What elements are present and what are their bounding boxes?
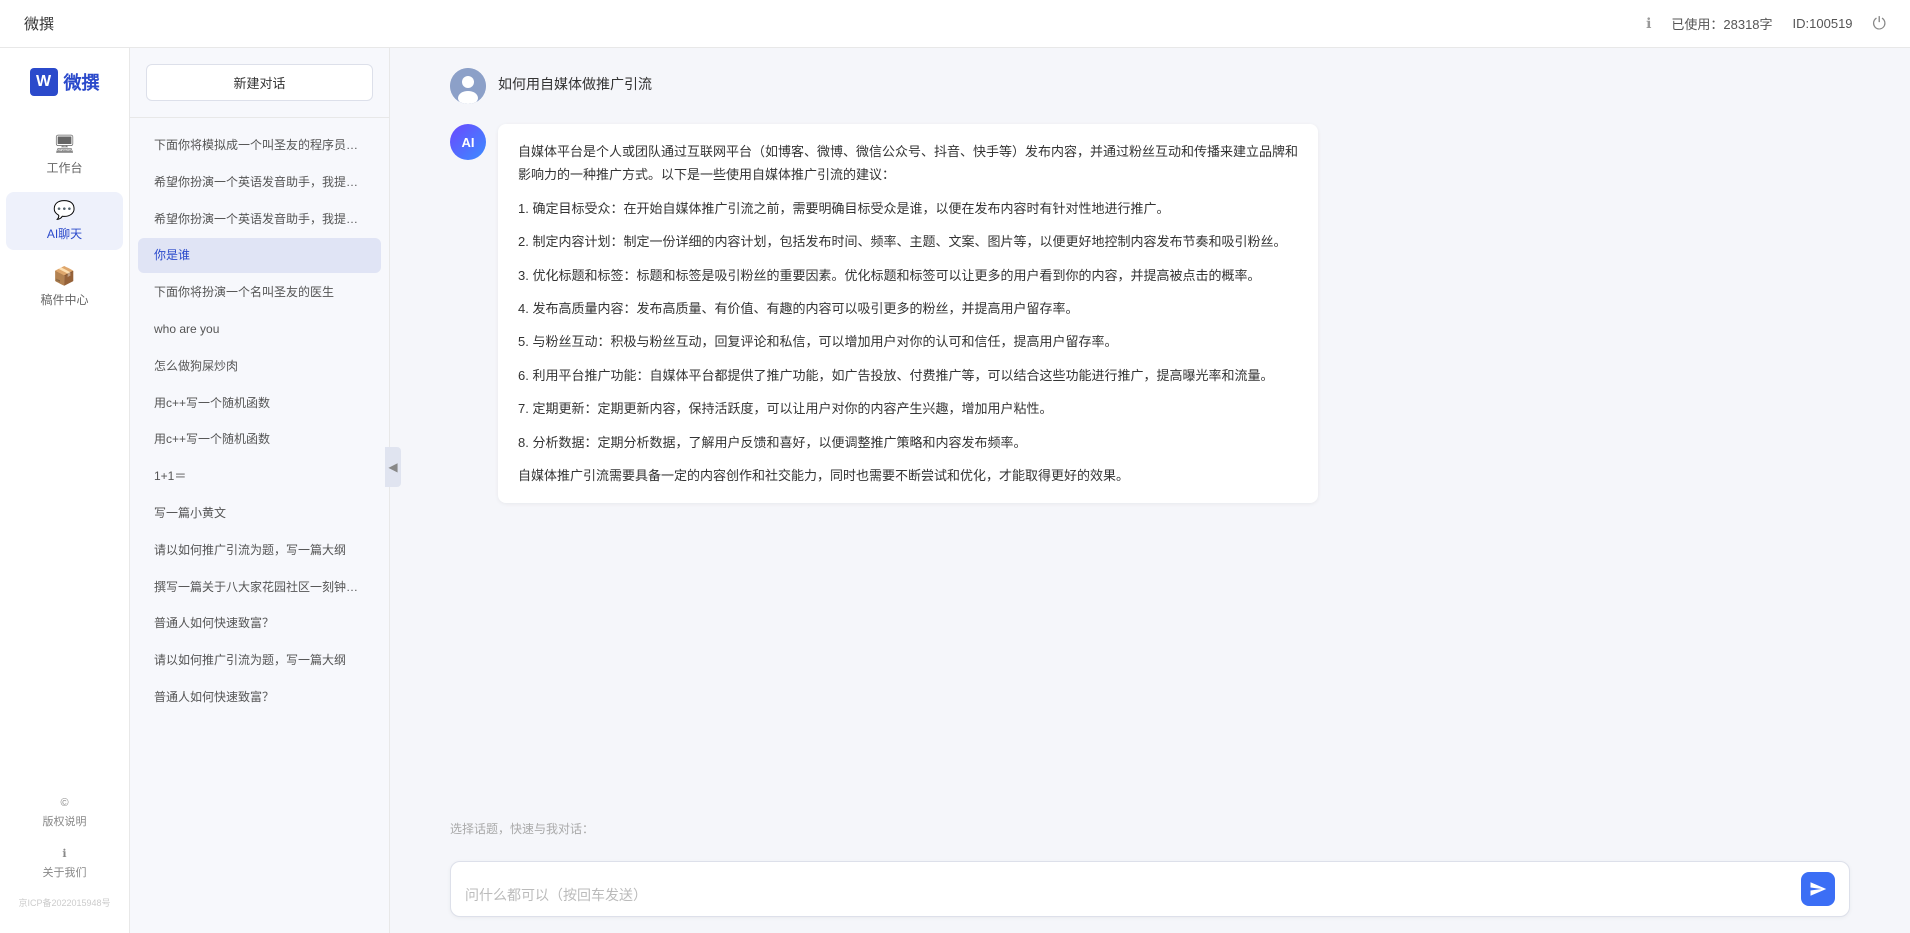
history-item[interactable]: 写一篇小黄文	[138, 496, 381, 531]
ai-point-5: 6. 利用平台推广功能：自媒体平台都提供了推广功能，如广告投放、付费推广等，可以…	[518, 364, 1298, 387]
chat-area: 如何用自媒体做推广引流 AI 自媒体平台是个人或团队通过互联网平台（如博客、微博…	[390, 48, 1910, 933]
topbar: 微撰 ℹ 已使用：28318字 ID:100519 ⏻	[0, 0, 1910, 48]
ai-point-0: 1. 确定目标受众：在开始自媒体推广引流之前，需要明确目标受众是谁，以便在发布内…	[518, 197, 1298, 220]
copyright-label: 版权说明	[43, 813, 87, 829]
history-sidebar: 新建对话 下面你将模拟成一个叫圣友的程序员，我说...希望你扮演一个英语发音助手…	[130, 48, 390, 933]
info-icon: ℹ	[1646, 15, 1651, 32]
sidebar-item-about[interactable]: ℹ 关于我们	[6, 841, 122, 886]
history-item[interactable]: 用c++写一个随机函数	[138, 386, 381, 421]
user-message-content: 如何用自媒体做推广引流	[498, 68, 652, 94]
input-area	[390, 851, 1910, 933]
ai-chat-icon: 💬	[53, 200, 75, 221]
ai-chat-label: AI聊天	[47, 225, 82, 242]
history-item[interactable]: who are you	[138, 312, 381, 347]
ai-point-2: 3. 优化标题和标签：标题和标签是吸引粉丝的重要因素。优化标题和标签可以让更多的…	[518, 264, 1298, 287]
ai-conclusion: 自媒体推广引流需要具备一定的内容创作和社交能力，同时也需要不断尝试和优化，才能取…	[518, 464, 1298, 487]
input-box	[450, 861, 1850, 917]
history-item[interactable]: 撰写一篇关于八大家花园社区一刻钟便民生...	[138, 570, 381, 605]
left-sidebar: W 微撰 🖥 工作台 💬 AI聊天 📦 稿件中心 © 版权说明 ℹ	[0, 48, 130, 933]
usage-text: 已使用：28318字	[1671, 14, 1772, 33]
quick-reply-section: 选择话题，快速与我对话：	[390, 812, 1910, 851]
logo-w-icon: W	[30, 68, 58, 96]
history-item[interactable]: 你是谁	[138, 238, 381, 273]
ai-point-1: 2. 制定内容计划：制定一份详细的内容计划，包括发布时间、频率、主题、文案、图片…	[518, 230, 1298, 253]
ai-message-content: 自媒体平台是个人或团队通过互联网平台（如博客、微博、微信公众号、抖音、快手等）发…	[498, 124, 1318, 503]
quick-reply-label: 选择话题，快速与我对话：	[450, 820, 1850, 837]
ai-point-4: 5. 与粉丝互动：积极与粉丝互动，回复评论和私信，可以增加用户对你的认可和信任，…	[518, 330, 1298, 353]
history-list: 下面你将模拟成一个叫圣友的程序员，我说...希望你扮演一个英语发音助手，我提供给…	[130, 118, 389, 933]
id-label: ID:100519	[1793, 16, 1853, 31]
send-button[interactable]	[1801, 872, 1835, 906]
collapse-sidebar-button[interactable]: ◀	[385, 447, 401, 487]
ai-intro: 自媒体平台是个人或团队通过互联网平台（如博客、微博、微信公众号、抖音、快手等）发…	[518, 140, 1298, 187]
history-item[interactable]: 普通人如何快速致富？	[138, 680, 381, 715]
history-item[interactable]: 怎么做狗屎炒肉	[138, 349, 381, 384]
logo-text: 微撰	[64, 69, 100, 95]
history-item[interactable]: 请以如何推广引流为题，写一篇大纲	[138, 533, 381, 568]
history-item[interactable]: 请以如何推广引流为题，写一篇大纲	[138, 643, 381, 678]
topbar-title: 微撰	[24, 13, 54, 34]
sidebar-item-ai-chat[interactable]: 💬 AI聊天	[6, 192, 122, 250]
ai-point-7: 8. 分析数据：定期分析数据，了解用户反馈和喜好，以便调整推广策略和内容发布频率…	[518, 431, 1298, 454]
about-label: 关于我们	[43, 864, 87, 880]
power-icon[interactable]: ⏻	[1873, 14, 1886, 34]
chat-input[interactable]	[465, 884, 1793, 906]
nav-items: 🖥 工作台 💬 AI聊天 📦 稿件中心	[0, 126, 129, 316]
ai-avatar: AI	[450, 124, 486, 160]
ai-point-6: 7. 定期更新：定期更新内容，保持活跃度，可以让用户对你的内容产生兴趣，增加用户…	[518, 397, 1298, 420]
history-item[interactable]: 用c++写一个随机函数	[138, 422, 381, 457]
history-item[interactable]: 下面你将扮演一个名叫圣友的医生	[138, 275, 381, 310]
chat-messages: 如何用自媒体做推广引流 AI 自媒体平台是个人或团队通过互联网平台（如博客、微博…	[390, 48, 1910, 812]
user-message-row: 如何用自媒体做推广引流	[450, 68, 1850, 104]
ai-point-3: 4. 发布高质量内容：发布高质量、有价值、有趣的内容可以吸引更多的粉丝，并提高用…	[518, 297, 1298, 320]
sidebar-item-workbench[interactable]: 🖥 工作台	[6, 126, 122, 184]
topbar-right: ℹ 已使用：28318字 ID:100519 ⏻	[1646, 14, 1886, 34]
ai-message-row: AI 自媒体平台是个人或团队通过互联网平台（如博客、微博、微信公众号、抖音、快手…	[450, 124, 1850, 503]
new-chat-button[interactable]: 新建对话	[146, 64, 373, 101]
sidebar-item-drafts[interactable]: 📦 稿件中心	[6, 258, 122, 316]
sidebar-item-copyright[interactable]: © 版权说明	[6, 791, 122, 835]
history-item[interactable]: 普通人如何快速致富？	[138, 606, 381, 641]
workbench-icon: 🖥	[53, 134, 76, 155]
drafts-icon: 📦	[53, 266, 75, 287]
user-avatar	[450, 68, 486, 104]
nav-bottom: © 版权说明 ℹ 关于我们 京ICP备2022015948号	[0, 791, 129, 913]
history-item[interactable]: 希望你扮演一个英语发音助手，我提供给你...	[138, 202, 381, 237]
history-item[interactable]: 下面你将模拟成一个叫圣友的程序员，我说...	[138, 128, 381, 163]
send-icon	[1809, 880, 1827, 898]
icp-text: 京ICP备2022015948号	[14, 892, 114, 913]
history-item[interactable]: 希望你扮演一个英语发音助手，我提供给你...	[138, 165, 381, 200]
drafts-label: 稿件中心	[40, 291, 88, 308]
logo: W 微撰	[20, 68, 110, 96]
about-icon: ℹ	[62, 847, 66, 860]
workbench-label: 工作台	[46, 159, 82, 176]
history-header: 新建对话	[130, 48, 389, 118]
copyright-icon: ©	[60, 797, 68, 809]
history-item[interactable]: 1+1＝	[138, 459, 381, 494]
